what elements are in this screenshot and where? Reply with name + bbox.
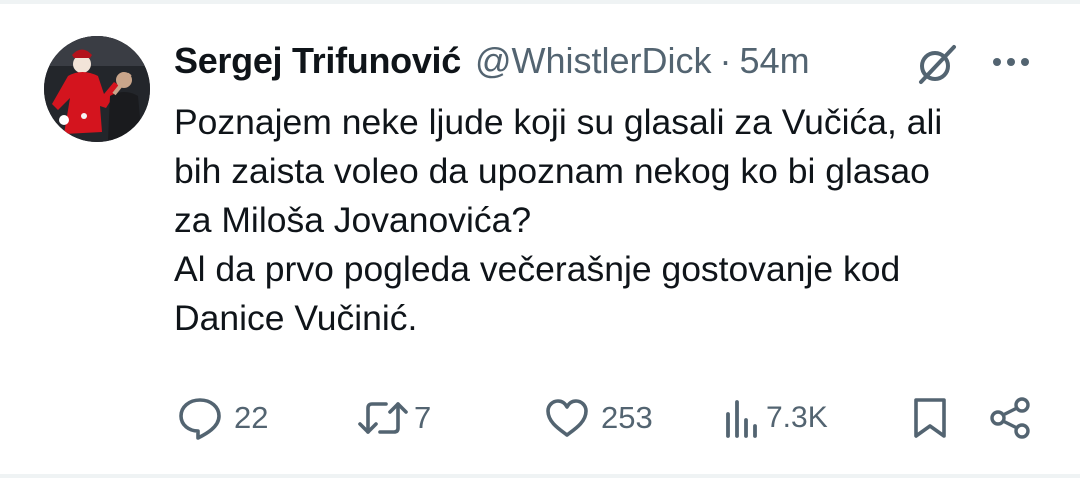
share-button[interactable] [986, 390, 1034, 446]
action-bar: 22 7 253 7.3K [0, 390, 1080, 446]
bottom-divider [0, 474, 1080, 478]
tweet-text-line: Danice Vučinić. [174, 298, 418, 338]
like-button[interactable]: 253 [543, 390, 653, 446]
top-divider [0, 0, 1080, 4]
author-name[interactable]: Sergej Trifunović [174, 40, 461, 82]
views-count: 7.3K [766, 401, 828, 434]
heart-icon [543, 394, 591, 442]
grok-icon[interactable] [914, 42, 960, 86]
tweet-text-line: Al da prvo pogleda večerašnje gostovanje… [174, 249, 901, 289]
avatar[interactable] [44, 36, 150, 142]
separator-dot: · [719, 40, 732, 81]
timestamp[interactable]: 54m [740, 40, 810, 82]
tweet-header: Sergej Trifunović @WhistlerDick · 54m [174, 38, 810, 84]
views-button[interactable]: 7.3K [724, 390, 828, 446]
views-icon [724, 394, 760, 442]
author-handle[interactable]: @WhistlerDick [475, 40, 712, 82]
repost-icon [356, 394, 410, 442]
bookmark-icon [910, 394, 950, 442]
bookmark-button[interactable] [910, 390, 950, 446]
repost-button[interactable]: 7 [356, 390, 431, 446]
tweet-text-line: Poznajem neke ljude koji su glasali za V… [174, 102, 943, 142]
share-icon [986, 394, 1034, 442]
like-count: 253 [601, 400, 653, 435]
tweet-text-line: za Miloša Jovanovića? [174, 200, 532, 240]
repost-count: 7 [414, 400, 432, 435]
tweet-text-line: bih zaista voleo da upoznam nekog ko bi … [174, 151, 930, 191]
reply-button[interactable]: 22 [176, 390, 268, 446]
reply-icon [176, 394, 224, 442]
more-icon[interactable] [990, 52, 1032, 72]
reply-count: 22 [234, 400, 269, 435]
tweet-text: Poznajem neke ljude koji su glasali za V… [174, 98, 1054, 343]
